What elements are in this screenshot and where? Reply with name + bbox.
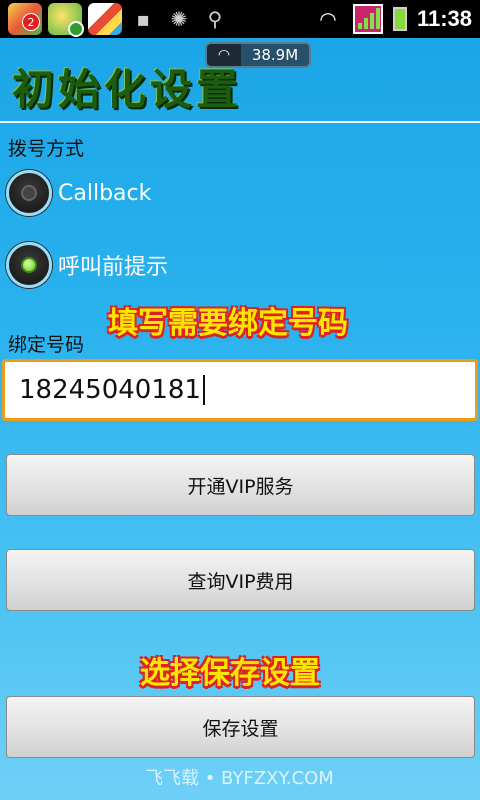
radio-option-callback[interactable]: Callback [6, 170, 151, 216]
app-icon-2 [48, 3, 84, 37]
bind-number-input[interactable]: 18245040181 [2, 359, 478, 421]
radio-button[interactable] [6, 170, 52, 216]
query-vip-fee-button[interactable]: 查询VIP费用 [6, 549, 475, 611]
header-divider [0, 121, 480, 123]
bind-number-value: 18245040181 [19, 375, 201, 405]
radio-label: Callback [58, 180, 152, 206]
radio-option-prompt-before-call[interactable]: 呼叫前提示 [6, 242, 168, 288]
watermark: 飞飞载 • BYFZXY.COM [145, 768, 334, 789]
battery-charging-icon [392, 7, 407, 31]
callout-choose-save: 选择保存设置 [140, 656, 320, 691]
message-icon: ▪ [136, 7, 150, 31]
text-caret [202, 375, 205, 405]
wifi-icon: ◠ [319, 7, 337, 31]
android-debug-icon: ✺ [170, 7, 188, 31]
save-settings-button[interactable]: 保存设置 [6, 696, 475, 758]
callout-fill-number: 填写需要绑定号码 [108, 306, 348, 341]
network-speed-value: 38.9M [241, 44, 309, 66]
bind-number-label: 绑定号码 [8, 334, 85, 356]
notification-badge: 2 [22, 13, 40, 31]
signal-icon [352, 4, 383, 34]
check-icon [68, 21, 84, 37]
app-icon-3 [88, 3, 122, 35]
clock: 11:38 [416, 6, 472, 31]
radio-label: 呼叫前提示 [58, 255, 169, 280]
status-bar: 2 ▪ ✺ ⚲ ◠ 11:38 [0, 0, 480, 38]
page-title: 初始化设置 [12, 65, 243, 114]
app-icon-1: 2 [8, 3, 42, 35]
open-vip-button[interactable]: 开通VIP服务 [6, 454, 475, 516]
radio-button-selected[interactable] [6, 242, 52, 288]
dial-mode-label: 拨号方式 [8, 138, 85, 160]
usb-icon: ⚲ [207, 7, 223, 31]
